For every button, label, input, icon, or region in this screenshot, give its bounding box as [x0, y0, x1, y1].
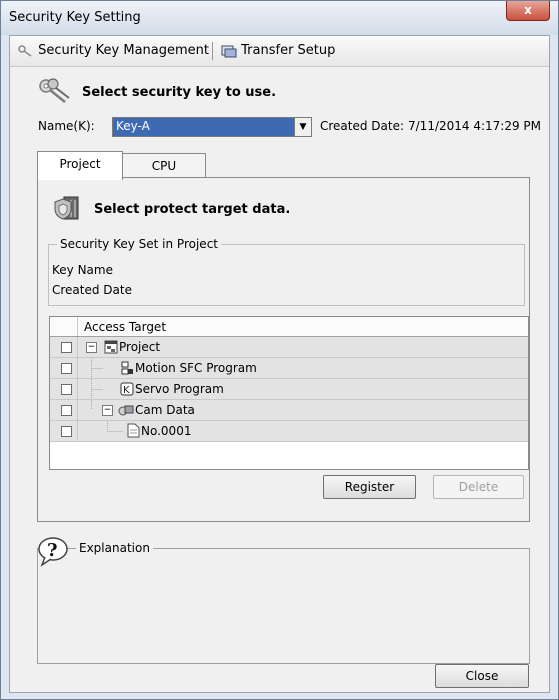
- servo-checkbox[interactable]: [61, 384, 72, 395]
- tree-node-label: Cam Data: [135, 403, 195, 417]
- security-key-setting-window: Security Key Setting x Security Key Mana…: [0, 0, 559, 700]
- collapse-icon[interactable]: −: [102, 405, 113, 416]
- select-protect-heading: Select protect target data.: [94, 202, 291, 217]
- window-title: Security Key Setting: [9, 10, 141, 25]
- key-icon: [18, 44, 32, 57]
- tree-row-project[interactable]: − Project: [50, 337, 528, 358]
- created-date-field-label: Created Date: [52, 283, 132, 297]
- svg-text:?: ?: [47, 540, 58, 561]
- created-date-value: 7/11/2014 4:17:29 PM: [408, 119, 542, 133]
- column-divider: [77, 358, 78, 378]
- security-key-group: Security Key Set in Project Key Name Cre…: [48, 237, 525, 306]
- question-icon: ?: [38, 537, 68, 567]
- toolbar: Security Key Management Transfer Setup: [10, 36, 549, 67]
- project-tab-panel: Select protect target data. Security Key…: [37, 177, 530, 522]
- select-key-heading: Select security key to use.: [82, 85, 277, 100]
- protect-data-icon: [54, 196, 79, 220]
- explanation-group: ? Explanation: [37, 537, 530, 664]
- tree-row-motion-sfc[interactable]: Motion SFC Program: [50, 358, 528, 379]
- project-checkbox[interactable]: [61, 342, 72, 353]
- sfc-icon: [121, 361, 133, 375]
- key-name-value: Key-A: [116, 119, 150, 133]
- delete-button[interactable]: Delete: [433, 475, 524, 499]
- tree-node-label: Motion SFC Program: [135, 361, 257, 375]
- keys-icon: [39, 78, 70, 103]
- title-bar[interactable]: Security Key Setting x: [1, 1, 558, 35]
- column-divider: [77, 400, 78, 420]
- tree-connector: [91, 358, 103, 378]
- access-target-header: Access Target: [50, 317, 528, 337]
- collapse-icon[interactable]: −: [86, 342, 97, 353]
- register-button[interactable]: Register: [323, 475, 416, 499]
- key-name-combobox[interactable]: Key-A ▼: [112, 117, 312, 137]
- column-divider: [77, 421, 78, 441]
- tree-connector: [107, 421, 123, 432]
- name-label: Name(K):: [38, 119, 95, 133]
- created-date-label: Created Date:: [320, 119, 405, 133]
- tree-node-label: No.0001: [141, 424, 192, 438]
- tab-cpu[interactable]: CPU: [122, 153, 206, 179]
- transfer-setup-label: Transfer Setup: [241, 43, 336, 58]
- tab-project[interactable]: Project: [37, 151, 123, 180]
- tree-row-cam-data[interactable]: − Cam Data: [50, 400, 528, 421]
- tree-row-servo[interactable]: K Servo Program: [50, 379, 528, 400]
- document-icon: [127, 423, 140, 438]
- column-divider: [77, 337, 78, 357]
- access-target-column-label: Access Target: [84, 320, 167, 334]
- tree-connector: [91, 379, 103, 399]
- explanation-title: Explanation: [76, 541, 153, 555]
- transfer-setup-menu[interactable]: Transfer Setup: [221, 43, 335, 58]
- column-divider: [77, 379, 78, 399]
- key-name-label: Key Name: [52, 263, 113, 277]
- toolbar-separator: [212, 42, 213, 60]
- cam-icon: [118, 405, 134, 416]
- dialog-client-area: Security Key Management Transfer Setup S…: [9, 35, 550, 693]
- access-target-tree: Access Target − Project Motion SFC Progr…: [49, 316, 529, 470]
- chevron-down-icon[interactable]: ▼: [294, 118, 311, 136]
- tree-row-no-0001[interactable]: No.0001: [50, 421, 528, 442]
- project-icon: [104, 340, 118, 354]
- window-close-button[interactable]: x: [506, 1, 550, 21]
- servo-icon: K: [120, 382, 134, 396]
- tree-node-label: Project: [119, 340, 161, 354]
- security-key-management-menu[interactable]: Security Key Management: [18, 43, 209, 58]
- column-divider: [77, 317, 78, 336]
- motion-sfc-checkbox[interactable]: [61, 363, 72, 374]
- svg-text:K: K: [123, 385, 130, 396]
- close-button[interactable]: Close: [435, 664, 529, 688]
- transfer-icon: [221, 45, 237, 57]
- no-0001-checkbox[interactable]: [61, 426, 72, 437]
- cam-data-checkbox[interactable]: [61, 405, 72, 416]
- security-key-management-label: Security Key Management: [38, 43, 209, 58]
- security-key-group-title: Security Key Set in Project: [57, 237, 221, 251]
- tree-node-label: Servo Program: [135, 382, 224, 396]
